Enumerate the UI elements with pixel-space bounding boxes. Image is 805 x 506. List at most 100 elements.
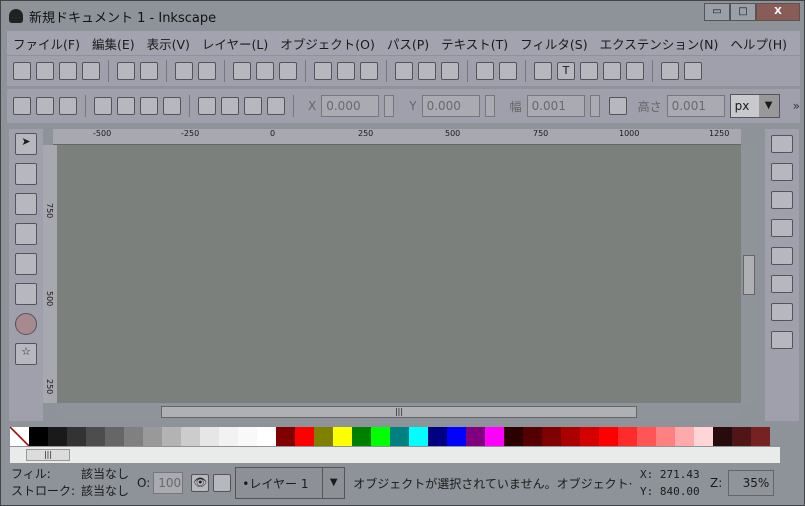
document-properties-icon[interactable] [684, 62, 702, 80]
text-font-icon[interactable]: T [557, 62, 575, 80]
color-swatch[interactable] [751, 427, 770, 446]
align-distribute-icon[interactable] [626, 62, 644, 80]
new-document-icon[interactable] [13, 62, 31, 80]
color-swatch[interactable] [314, 427, 333, 446]
color-swatch[interactable] [561, 427, 580, 446]
color-swatch[interactable] [238, 427, 257, 446]
zoom-page-icon[interactable] [360, 62, 378, 80]
xml-editor-icon[interactable] [603, 62, 621, 80]
color-swatch[interactable] [447, 427, 466, 446]
cut-icon[interactable] [256, 62, 274, 80]
width-input[interactable]: 0.001 [526, 95, 585, 117]
color-swatch[interactable] [580, 427, 599, 446]
menu-layer[interactable]: レイヤー(L) [196, 34, 274, 53]
snap-nodes-icon[interactable] [771, 275, 793, 293]
more-button[interactable]: » [793, 99, 800, 113]
minimize-button[interactable]: ▭ [704, 3, 730, 21]
raise-top-icon[interactable] [267, 97, 285, 115]
color-swatch[interactable] [162, 427, 181, 446]
rotate-ccw-icon[interactable] [94, 97, 112, 115]
menu-help[interactable]: ヘルプ(H) [724, 34, 793, 53]
color-swatch[interactable] [637, 427, 656, 446]
color-swatch[interactable] [428, 427, 447, 446]
rectangle-tool-icon[interactable] [15, 253, 37, 275]
unlink-clone-icon[interactable] [441, 62, 459, 80]
color-swatch[interactable] [675, 427, 694, 446]
color-swatch[interactable] [656, 427, 675, 446]
copy-icon[interactable] [233, 62, 251, 80]
color-swatch[interactable] [599, 427, 618, 446]
select-all-layers-icon[interactable] [36, 97, 54, 115]
color-swatch[interactable] [466, 427, 485, 446]
unit-select[interactable]: px ▼ [729, 94, 780, 118]
menu-object[interactable]: オブジェクト(O) [274, 34, 381, 53]
color-swatch[interactable] [485, 427, 504, 446]
rotate-cw-icon[interactable] [117, 97, 135, 115]
save-icon[interactable] [59, 62, 77, 80]
flip-horizontal-icon[interactable] [140, 97, 158, 115]
menu-path[interactable]: パス(P) [381, 34, 435, 53]
color-swatch[interactable] [409, 427, 428, 446]
color-swatch[interactable] [105, 427, 124, 446]
snap-bbox-corner-icon[interactable] [771, 219, 793, 237]
print-icon[interactable] [82, 62, 100, 80]
snap-path-icon[interactable] [771, 303, 793, 321]
menu-text[interactable]: テキスト(T) [435, 34, 514, 53]
color-swatch[interactable] [200, 427, 219, 446]
color-swatch[interactable] [618, 427, 637, 446]
maximize-button[interactable]: □ [730, 3, 756, 21]
color-swatch[interactable] [523, 427, 542, 446]
snap-toggle-icon[interactable] [771, 135, 793, 153]
y-spinner[interactable] [484, 95, 495, 117]
close-button[interactable]: X [756, 3, 800, 21]
group-icon[interactable] [476, 62, 494, 80]
color-swatch[interactable] [219, 427, 238, 446]
opacity-input[interactable]: 100 [153, 472, 184, 494]
color-swatch[interactable] [67, 427, 86, 446]
export-icon[interactable] [140, 62, 158, 80]
3d-box-tool-icon[interactable] [15, 283, 37, 305]
color-swatch[interactable] [48, 427, 67, 446]
height-input[interactable]: 0.001 [666, 95, 725, 117]
menu-extensions[interactable]: エクステンション(N) [594, 34, 725, 53]
color-swatch[interactable] [143, 427, 162, 446]
duplicate-icon[interactable] [395, 62, 413, 80]
menu-filters[interactable]: フィルタ(S) [514, 34, 593, 53]
color-swatch[interactable] [504, 427, 523, 446]
x-spinner[interactable] [384, 95, 395, 117]
scroll-thumb[interactable]: ||| [26, 449, 70, 461]
color-swatch[interactable] [732, 427, 751, 446]
width-spinner[interactable] [589, 95, 600, 117]
lower-bottom-icon[interactable] [198, 97, 216, 115]
color-swatch[interactable] [694, 427, 713, 446]
ungroup-icon[interactable] [499, 62, 517, 80]
clone-icon[interactable] [418, 62, 436, 80]
snap-intersection-icon[interactable] [771, 331, 793, 349]
color-swatch[interactable] [333, 427, 352, 446]
zoom-selection-icon[interactable] [314, 62, 332, 80]
visibility-eye-icon[interactable]: 👁 [191, 474, 210, 492]
select-all-icon[interactable] [13, 97, 31, 115]
color-swatch[interactable] [86, 427, 105, 446]
scroll-thumb[interactable] [743, 255, 755, 295]
color-swatch[interactable] [713, 427, 732, 446]
color-swatch[interactable] [276, 427, 295, 446]
color-swatch[interactable] [352, 427, 371, 446]
color-swatch[interactable] [295, 427, 314, 446]
undo-icon[interactable] [175, 62, 193, 80]
color-swatch[interactable] [29, 427, 48, 446]
star-tool-icon[interactable]: ☆ [15, 343, 37, 365]
color-swatch[interactable] [390, 427, 409, 446]
vertical-scrollbar[interactable] [741, 145, 757, 403]
raise-icon[interactable] [244, 97, 262, 115]
lower-icon[interactable] [221, 97, 239, 115]
drawing-canvas[interactable] [57, 145, 741, 403]
layer-select[interactable]: •レイヤー 1 ▼ [235, 467, 346, 499]
layer-lock-icon[interactable] [213, 474, 232, 492]
import-icon[interactable] [117, 62, 135, 80]
deselect-icon[interactable] [59, 97, 77, 115]
y-input[interactable]: 0.000 [421, 95, 480, 117]
zoom-input[interactable]: 35% [728, 470, 775, 496]
zoom-tool-icon[interactable] [15, 223, 37, 245]
redo-icon[interactable] [198, 62, 216, 80]
